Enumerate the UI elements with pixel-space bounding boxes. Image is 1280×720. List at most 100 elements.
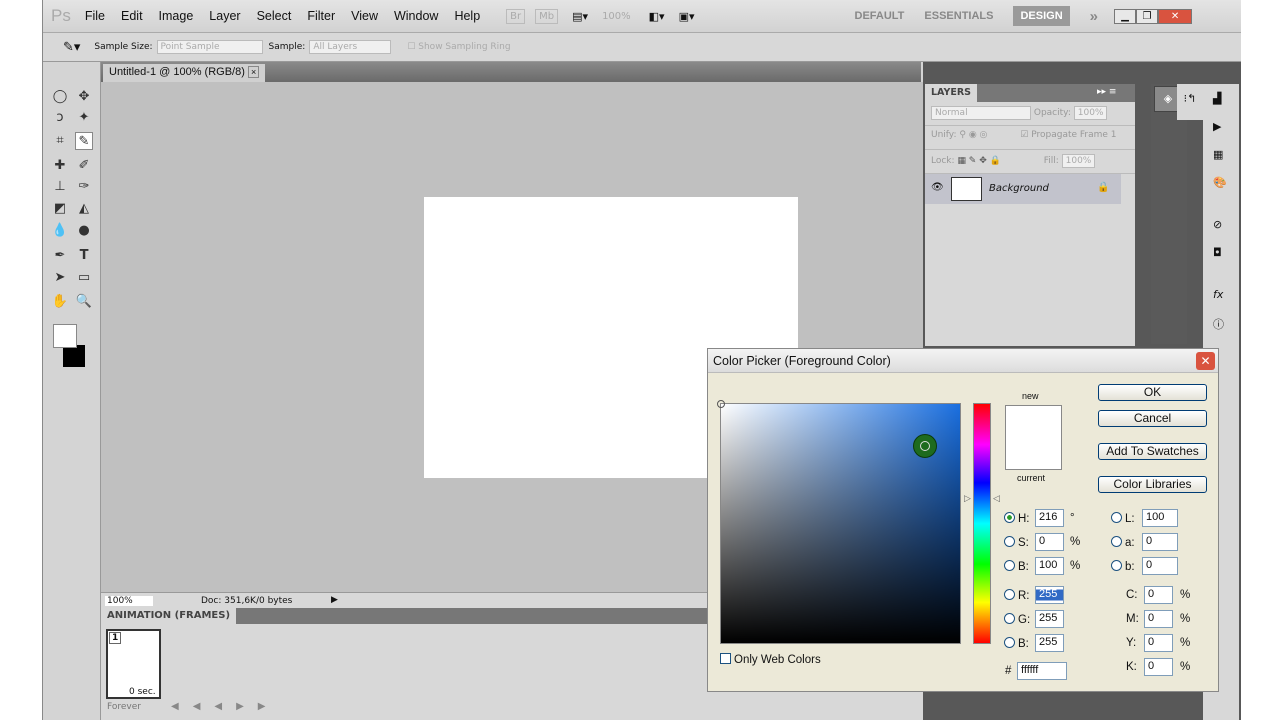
layer-row-background[interactable]: 👁 Background 🔒	[925, 174, 1121, 204]
more-workspaces-button[interactable]: »	[1090, 8, 1098, 25]
menu-window[interactable]: Window	[394, 9, 438, 23]
hex-input[interactable]: ffffff	[1017, 662, 1067, 680]
hue-input[interactable]: 216	[1035, 509, 1064, 527]
minimize-button[interactable]: ▁	[1114, 8, 1137, 24]
brightness-radio[interactable]	[1004, 560, 1015, 571]
only-web-colors-checkbox[interactable]: Only Web Colors	[720, 653, 821, 666]
histogram-icon[interactable]: ▟	[1213, 92, 1221, 105]
hue-slider-left-arrow-icon[interactable]: ▷	[964, 493, 971, 504]
opacity-field[interactable]: 100%	[1073, 106, 1108, 120]
workspace-essentials[interactable]: ESSENTIALS	[924, 10, 993, 22]
blue-radio[interactable]	[1004, 637, 1015, 648]
black-input[interactable]: 0	[1144, 658, 1173, 676]
menu-layer[interactable]: Layer	[209, 9, 240, 23]
background-color-swatch[interactable]	[63, 345, 85, 367]
visibility-eye-icon[interactable]: 👁	[931, 182, 944, 193]
ok-button[interactable]: OK	[1098, 384, 1207, 401]
menu-filter[interactable]: Filter	[307, 9, 335, 23]
brush-tool-icon[interactable]: ✐	[75, 157, 93, 175]
foreground-color-swatch[interactable]	[53, 324, 77, 348]
clone-stamp-tool-icon[interactable]: ⊥	[51, 178, 69, 196]
lab-l-radio[interactable]	[1111, 512, 1122, 523]
brush-presets-icon[interactable]: ⊘	[1213, 218, 1222, 231]
brightness-input[interactable]: 100	[1035, 557, 1064, 575]
saturation-input[interactable]: 0	[1035, 533, 1064, 551]
sample-size-select[interactable]: Point Sample	[156, 40, 263, 54]
sample-select[interactable]: All Layers	[309, 40, 392, 54]
cyan-input[interactable]: 0	[1144, 586, 1173, 604]
bridge-button[interactable]: Br	[506, 8, 526, 24]
eyedropper-preset-icon[interactable]: ✎▾	[63, 40, 80, 55]
masks-icon[interactable]: ◘	[1213, 246, 1222, 259]
unify-icons[interactable]: ⚲ ◉ ◎	[959, 130, 987, 140]
info-icon[interactable]: ⓘ	[1213, 316, 1224, 332]
blue-input[interactable]: 255	[1035, 634, 1064, 652]
close-button[interactable]: ✕	[1158, 8, 1193, 24]
workspace-design[interactable]: DESIGN	[1013, 6, 1070, 26]
yellow-input[interactable]: 0	[1144, 634, 1173, 652]
menu-help[interactable]: Help	[454, 9, 480, 23]
status-menu-arrow-icon[interactable]: ▶	[331, 595, 338, 605]
cancel-button[interactable]: Cancel	[1098, 410, 1207, 427]
history-panel-icon[interactable]: ⁝↰	[1177, 84, 1203, 120]
extras-icon[interactable]: ▤▾	[572, 10, 588, 23]
green-radio[interactable]	[1004, 613, 1015, 624]
swatches-grid-icon[interactable]: ▦	[1213, 148, 1223, 161]
blend-mode-select[interactable]: Normal	[931, 106, 1031, 120]
screen-mode-icon[interactable]: ▣▾	[679, 10, 695, 23]
magenta-input[interactable]: 0	[1144, 610, 1173, 628]
workspace-default[interactable]: DEFAULT	[855, 10, 905, 22]
menu-file[interactable]: File	[85, 9, 105, 23]
marquee-tool-icon[interactable]: ◯	[51, 88, 69, 106]
color-field-marker[interactable]	[717, 400, 725, 408]
show-sampling-ring-checkbox[interactable]: ☐ Show Sampling Ring	[407, 42, 510, 52]
paint-bucket-tool-icon[interactable]: ◭	[75, 200, 93, 218]
restore-button[interactable]: ❐	[1136, 8, 1159, 24]
eraser-tool-icon[interactable]: ◩	[51, 200, 69, 218]
move-tool-icon[interactable]: ✥	[75, 88, 93, 106]
magic-wand-tool-icon[interactable]: ✦	[75, 109, 93, 127]
menu-select[interactable]: Select	[257, 9, 292, 23]
dodge-tool-icon[interactable]: ●	[75, 222, 93, 240]
zoom-tool-icon[interactable]: 🔍	[75, 293, 93, 311]
styles-fx-icon[interactable]: fx	[1213, 288, 1223, 301]
playback-controls-icon[interactable]: ◀◀◀▶▶	[171, 701, 279, 712]
type-tool-icon[interactable]: T	[75, 247, 93, 265]
mini-bridge-button[interactable]: Mb	[535, 8, 559, 24]
fill-field[interactable]: 100%	[1061, 154, 1096, 168]
color-palette-icon[interactable]: 🎨	[1213, 176, 1227, 189]
menu-view[interactable]: View	[351, 9, 378, 23]
zoom-level-select[interactable]: 100%	[602, 11, 631, 22]
close-tab-icon[interactable]: ×	[247, 66, 260, 78]
crop-tool-icon[interactable]: ⌗	[51, 132, 69, 150]
path-selection-tool-icon[interactable]: ➤	[51, 269, 69, 287]
panel-menu-icon[interactable]: ▸▸ ≡	[1097, 87, 1116, 97]
red-input[interactable]: 255	[1035, 586, 1064, 604]
frame-delay[interactable]: 0 sec.	[129, 687, 156, 697]
blur-tool-icon[interactable]: 💧	[51, 222, 69, 240]
lab-b-radio[interactable]	[1111, 560, 1122, 571]
layers-panel-tab[interactable]: LAYERS	[925, 84, 978, 102]
add-to-swatches-button[interactable]: Add To Swatches	[1098, 443, 1207, 460]
color-field[interactable]	[717, 400, 961, 644]
dialog-close-icon[interactable]: ✕	[1196, 352, 1215, 370]
history-brush-tool-icon[interactable]: ✑	[75, 178, 93, 196]
green-input[interactable]: 255	[1035, 610, 1064, 628]
lab-a-input[interactable]: 0	[1142, 533, 1178, 551]
shape-tool-icon[interactable]: ▭	[75, 269, 93, 287]
lock-icons[interactable]: ▦ ✎ ✥ 🔒	[957, 156, 1000, 166]
layer-name[interactable]: Background	[989, 183, 1049, 194]
red-radio[interactable]	[1004, 589, 1015, 600]
lab-a-radio[interactable]	[1111, 536, 1122, 547]
arrange-documents-icon[interactable]: ◧▾	[649, 10, 665, 23]
pen-tool-icon[interactable]: ✒	[51, 247, 69, 265]
saturation-radio[interactable]	[1004, 536, 1015, 547]
lasso-tool-icon[interactable]: ↄ	[51, 109, 69, 127]
menu-edit[interactable]: Edit	[121, 9, 143, 23]
propagate-frame-checkbox[interactable]: ☑ Propagate Frame 1	[1020, 130, 1116, 140]
animation-panel-tab[interactable]: ANIMATION (FRAMES)	[101, 608, 237, 625]
hue-radio[interactable]	[1004, 512, 1015, 523]
healing-brush-tool-icon[interactable]: ✚	[51, 157, 69, 175]
hue-slider-right-arrow-icon[interactable]: ◁	[993, 493, 1000, 504]
loop-select[interactable]: Forever	[107, 702, 141, 712]
